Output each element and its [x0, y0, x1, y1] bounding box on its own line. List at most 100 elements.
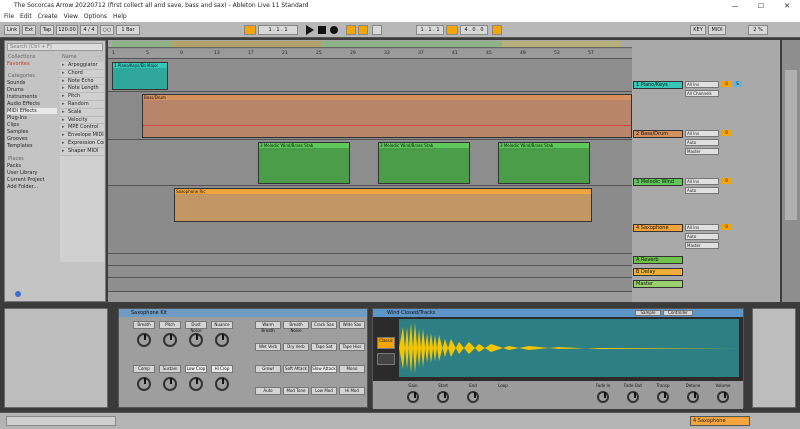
arrangement-clip[interactable]: 3 Melodic Wind/Brass Stab	[378, 142, 470, 184]
beat-time-ruler[interactable]: 1 5 9 13 17 21 25 29 33 37 41 45 49 53 5…	[108, 49, 632, 59]
play-button[interactable]	[306, 25, 314, 35]
menu-file[interactable]: File	[4, 12, 14, 22]
chain-button[interactable]: Low Mod	[311, 387, 337, 395]
audio-from-chooser[interactable]: All Ins	[685, 224, 719, 231]
list-item[interactable]: Expression Control	[60, 140, 104, 148]
midi-map-button[interactable]: MIDI	[708, 25, 726, 35]
audio-to-chooser[interactable]: Master	[685, 148, 719, 155]
chain-button[interactable]: Slow Attack	[311, 365, 337, 373]
loop-switch[interactable]	[446, 25, 458, 35]
time-signature-field[interactable]: 4 / 4	[80, 25, 98, 35]
audio-from-chooser[interactable]: All Ins	[685, 130, 719, 137]
list-item[interactable]: Envelope MIDI	[60, 132, 104, 140]
scrollbar-thumb[interactable]	[785, 70, 797, 220]
category-samples[interactable]: Samples	[7, 129, 57, 135]
chain-button[interactable]: Warm Breath	[255, 321, 281, 333]
category-drums[interactable]: Drums	[7, 87, 57, 93]
metronome-button[interactable]: ○○	[100, 25, 114, 35]
track-lane-delay[interactable]	[108, 266, 632, 278]
midi-from-chooser[interactable]: All Ins	[685, 81, 719, 88]
track-activator[interactable]: 0	[722, 178, 731, 184]
record-button[interactable]	[330, 26, 338, 34]
chain-button[interactable]: Auto	[255, 387, 281, 395]
sample-tab[interactable]: Sample	[635, 310, 661, 316]
macro-knob[interactable]	[215, 377, 229, 391]
loop-start-field[interactable]: 1 . 1 . 1	[416, 25, 444, 35]
place-user-library[interactable]: User Library	[7, 170, 57, 176]
fade-in-knob[interactable]	[597, 391, 609, 403]
track-lane-piano[interactable]: 1 Piano/Keys/Eb Major	[108, 60, 632, 92]
volume-knob[interactable]	[717, 391, 729, 403]
menu-view[interactable]: View	[64, 12, 78, 22]
menu-edit[interactable]: Edit	[20, 12, 32, 22]
list-item[interactable]: Scale	[60, 109, 104, 117]
rack-title[interactable]: Saxophone Kit	[119, 309, 367, 317]
stop-button[interactable]	[318, 26, 326, 34]
arrangement-clip[interactable]: Saxophone Ric	[174, 188, 592, 222]
overdub-button[interactable]	[346, 25, 356, 35]
track-activator[interactable]: 0	[722, 224, 731, 230]
waveform-display[interactable]	[399, 319, 739, 377]
warp-button[interactable]	[377, 353, 395, 365]
track-header-reverb[interactable]: A Reverb	[633, 256, 683, 264]
macro-knob[interactable]	[215, 333, 229, 347]
clip-view-panel[interactable]	[4, 308, 108, 408]
menu-options[interactable]: Options	[84, 12, 107, 22]
mode-button[interactable]: Classic	[377, 337, 395, 349]
chain-button[interactable]: Wet Verb	[255, 343, 281, 351]
track-lane-master[interactable]	[108, 278, 632, 292]
channel-chooser[interactable]: All Channels	[685, 90, 719, 97]
track-lane-bass[interactable]: Bass/Drum	[108, 92, 632, 140]
controller-tab[interactable]: Controller	[663, 310, 693, 316]
menu-create[interactable]: Create	[38, 12, 58, 22]
start-knob[interactable]	[437, 391, 449, 403]
solo-button[interactable]: S	[733, 81, 742, 87]
track-header-delay[interactable]: B Delay	[633, 268, 683, 276]
list-item[interactable]: Arpeggiator	[60, 62, 104, 70]
browser-info-icon[interactable]	[15, 291, 21, 297]
chain-button[interactable]: Crack Sax	[311, 321, 337, 329]
automation-arm-button[interactable]	[358, 25, 368, 35]
list-item[interactable]: Random	[60, 101, 104, 109]
track-header-wind[interactable]: 3 Melodic Wind	[633, 178, 683, 186]
favorites-item[interactable]: Favorites	[7, 61, 57, 67]
menu-help[interactable]: Help	[113, 12, 127, 22]
arrangement-clip[interactable]: 3 Melodic Wind/Brass Stab	[258, 142, 350, 184]
transpose-knob[interactable]	[657, 391, 669, 403]
detune-knob[interactable]	[687, 391, 699, 403]
chain-button[interactable]: Dry Verb	[283, 343, 309, 351]
list-item[interactable]: Note Length	[60, 85, 104, 94]
place-current-project[interactable]: Current Project	[7, 177, 57, 183]
instrument-rack[interactable]: Saxophone Kit Breath Pitch Dust Noise Nu…	[118, 308, 368, 408]
category-instruments[interactable]: Instruments	[7, 94, 57, 100]
macro-knob[interactable]	[189, 377, 203, 391]
selected-track-name[interactable]: 4 Saxophone	[690, 416, 750, 426]
song-position-field[interactable]: 1 . 1 . 1	[258, 25, 298, 35]
arrangement-clip[interactable]: 3 Melodic Wind/Brass Stab	[498, 142, 590, 184]
track-lane-reverb[interactable]	[108, 254, 632, 266]
category-grooves[interactable]: Grooves	[7, 136, 57, 142]
key-map-button[interactable]: KEY	[690, 25, 706, 35]
fade-out-knob[interactable]	[627, 391, 639, 403]
category-audio-effects[interactable]: Audio Effects	[7, 101, 57, 107]
macro-knob[interactable]	[163, 377, 177, 391]
track-header-bass[interactable]: 2 Bass/Drum	[633, 130, 683, 138]
list-item[interactable]: Pitch	[60, 93, 104, 101]
chain-button[interactable]: Soft Attack	[283, 365, 309, 373]
track-lane-sax[interactable]: Saxophone Ric	[108, 186, 632, 254]
category-templates[interactable]: Templates	[7, 143, 57, 149]
category-clips[interactable]: Clips	[7, 122, 57, 128]
chain-button[interactable]: Mono	[339, 365, 365, 373]
list-item[interactable]: MPE Control	[60, 124, 104, 133]
track-lane-wind[interactable]: 3 Melodic Wind/Brass Stab 3 Melodic Wind…	[108, 140, 632, 186]
track-header-master[interactable]: Master	[633, 280, 683, 288]
end-knob[interactable]	[467, 391, 479, 403]
list-item[interactable]: Note Echo	[60, 78, 104, 86]
ext-sync-button[interactable]: Ext	[22, 25, 36, 35]
gain-knob[interactable]	[407, 391, 419, 403]
maximize-button[interactable]: ☐	[748, 0, 774, 12]
arrangement-overview[interactable]	[108, 40, 632, 48]
macro-knob[interactable]	[137, 333, 151, 347]
time-ruler-bottom[interactable]	[108, 292, 632, 302]
draw-mode-button[interactable]	[492, 25, 502, 35]
